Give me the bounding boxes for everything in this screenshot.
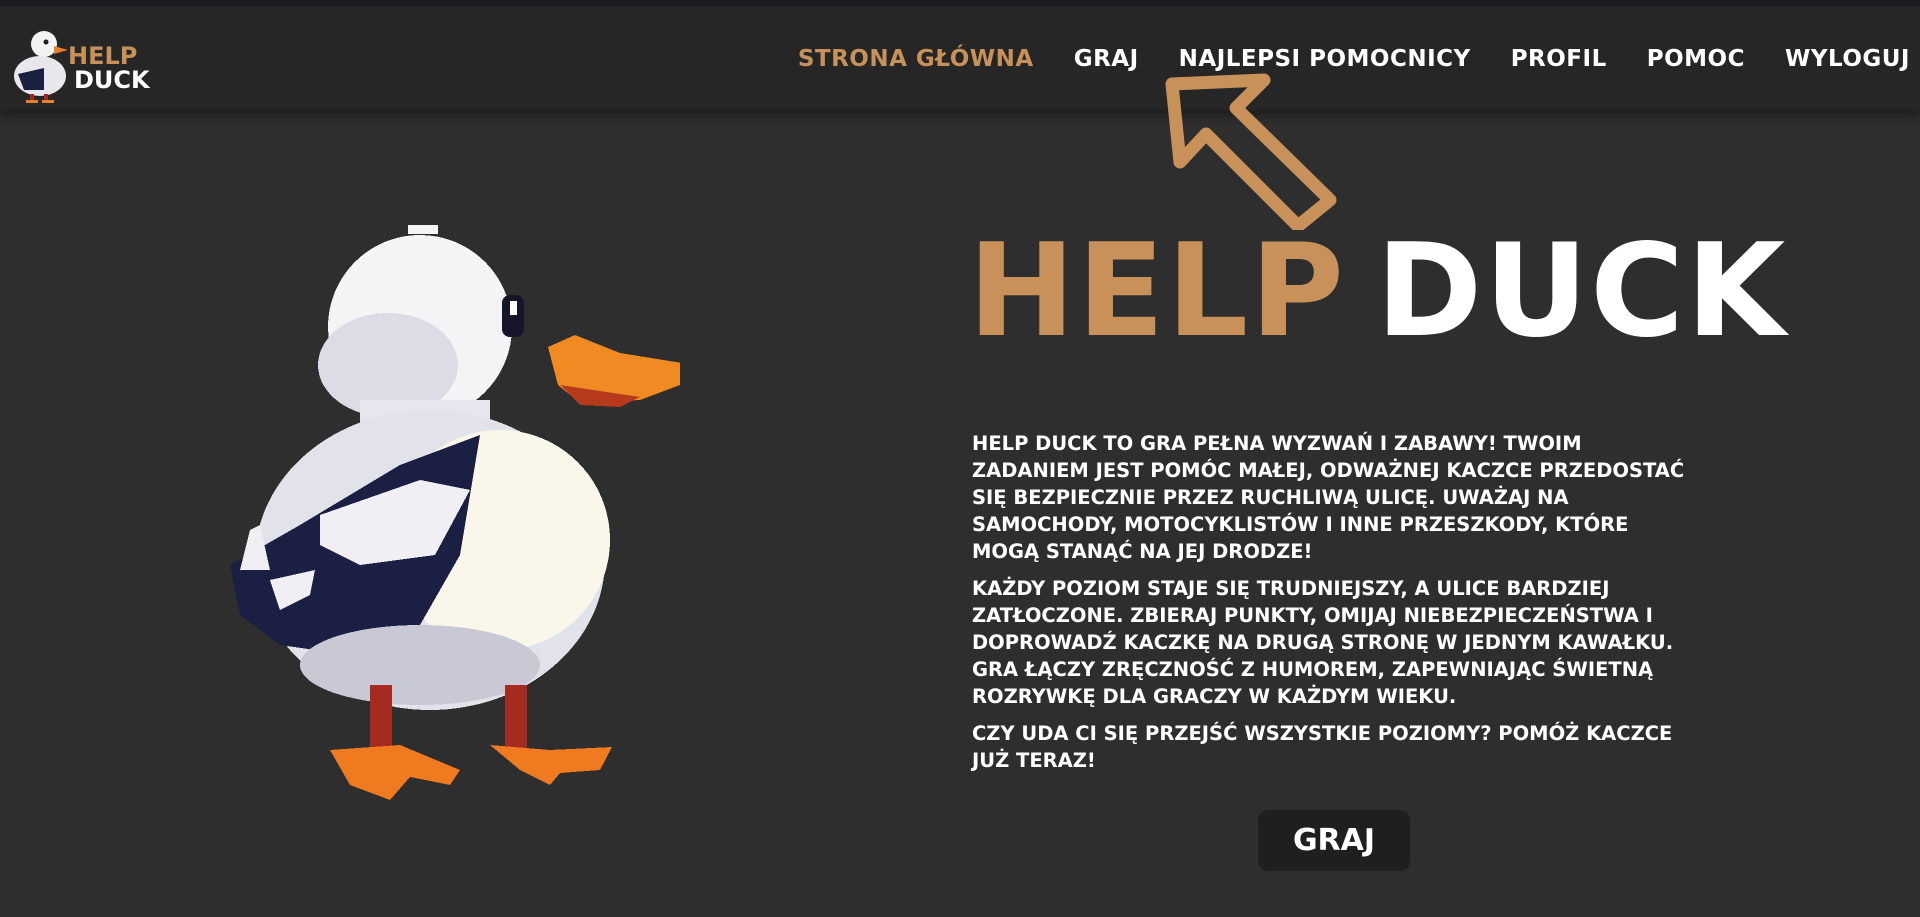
description-paragraph: CZY UDA CI SIĘ PRZEJŚĆ WSZYSTKIE POZIOMY… <box>972 722 1673 772</box>
hero-title-duck: DUCK <box>1375 217 1788 366</box>
logo-text: HELP DUCK <box>68 44 150 92</box>
top-navigation-bar: HELP DUCK STRONA GŁÓWNA GRAJ NAJLEPSI PO… <box>0 0 1920 110</box>
nav-item-profil[interactable]: PROFIL <box>1511 46 1607 72</box>
pixel-duck-illustration <box>230 225 680 800</box>
description-paragraph: HELP DUCK TO GRA PEŁNA WYZWAŃ I ZABAWY! … <box>972 432 1685 563</box>
logo-duck-text: DUCK <box>74 66 150 94</box>
nav-item-pomoc[interactable]: POMOC <box>1647 46 1745 72</box>
main-nav: STRONA GŁÓWNA GRAJ NAJLEPSI POMOCNICY PR… <box>758 46 1910 72</box>
logo[interactable]: HELP DUCK <box>10 20 150 106</box>
nav-item-graj[interactable]: GRAJ <box>1074 46 1139 72</box>
logo-help-text: HELP <box>68 42 138 70</box>
duck-logo-icon <box>14 31 68 103</box>
hero-description: HELP DUCK TO GRA PEŁNA WYZWAŃ I ZABAWY! … <box>972 430 1702 784</box>
nav-item-najlepsi-pomocnicy[interactable]: NAJLEPSI POMOCNICY <box>1179 46 1471 72</box>
hero-title: HELP DUCK <box>968 222 1787 362</box>
hero-title-help: HELP <box>968 217 1346 366</box>
pointer-arrow-icon <box>1165 73 1337 230</box>
nav-item-wyloguj[interactable]: WYLOGUJ <box>1785 46 1910 72</box>
nav-item-strona-glowna[interactable]: STRONA GŁÓWNA <box>798 46 1034 72</box>
play-button[interactable]: GRAJ <box>1258 810 1410 871</box>
description-paragraph: KAŻDY POZIOM STAJE SIĘ TRUDNIEJSZY, A UL… <box>972 577 1674 708</box>
